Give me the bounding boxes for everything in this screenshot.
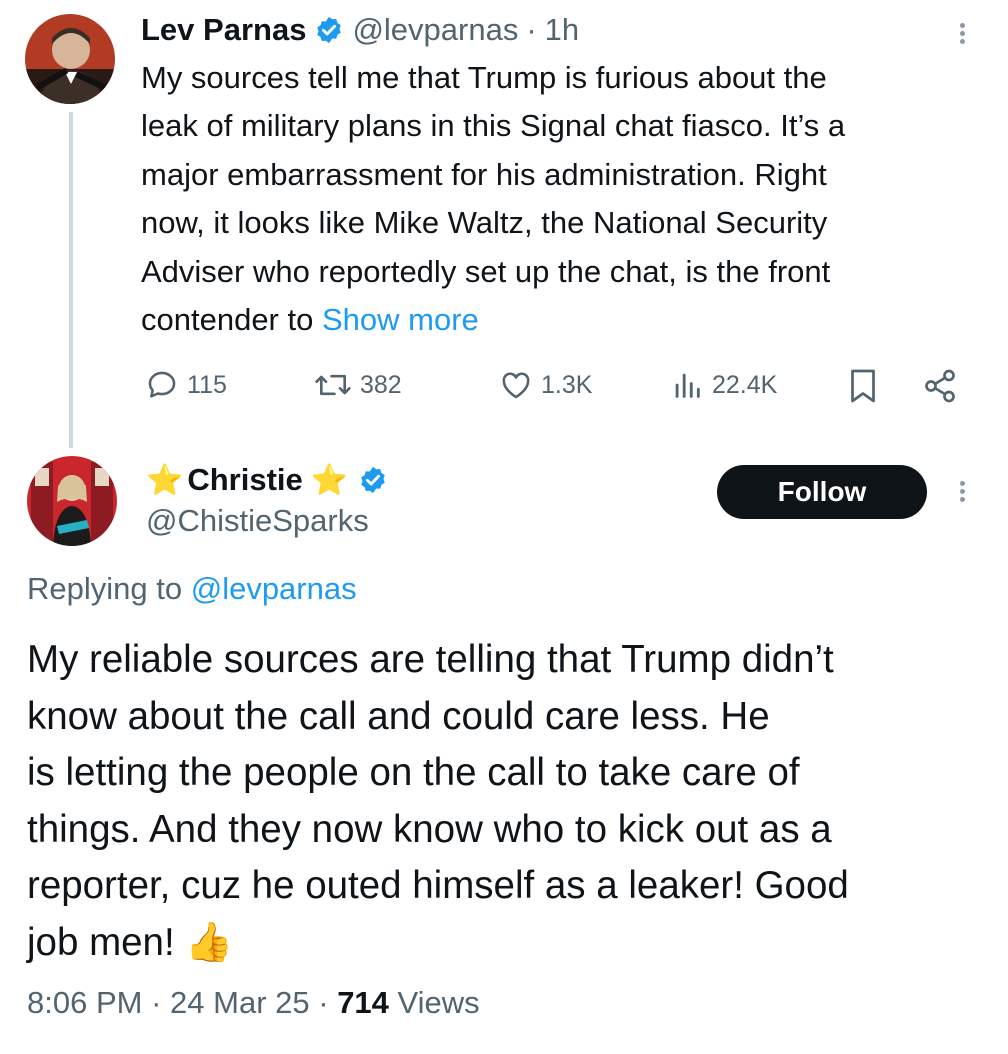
author-name[interactable]: Lev Parnas — [141, 12, 306, 48]
tweet-text-line: Adviser who reportedly set up the chat, … — [141, 253, 831, 289]
heart-icon — [499, 368, 533, 402]
thread-line — [69, 112, 73, 448]
tweet-text-line: reporter, cuz he outed himself as a leak… — [27, 864, 849, 907]
parent-tweet-body: My sources tell me that Trump is furious… — [141, 54, 991, 344]
tweet-text-last-line: contender to Show more — [141, 296, 991, 344]
views-count: 714 — [337, 985, 389, 1020]
views-label: Views — [397, 985, 480, 1020]
avatar-christie[interactable] — [27, 456, 117, 546]
tweet-text-line: know about the call and could care less.… — [27, 694, 770, 738]
verified-badge-icon — [314, 15, 344, 45]
analytics-icon — [670, 368, 704, 402]
star-emoji: ⭐ — [146, 463, 184, 497]
meta-separator: · — [151, 985, 162, 1020]
tweet-text-line: job men! — [27, 920, 175, 964]
avatar-lev-parnas[interactable] — [25, 14, 115, 104]
tweet-text-line: now, it looks like Mike Waltz, the Natio… — [141, 205, 828, 241]
more-options-icon[interactable] — [960, 478, 968, 505]
repost-icon — [314, 368, 352, 402]
like-action[interactable]: 1.3K — [499, 365, 592, 405]
repost-count: 382 — [360, 370, 402, 399]
reply-author-name[interactable]: Christie — [187, 462, 302, 498]
thumbs-up-emoji: 👍 — [185, 920, 234, 964]
tweet-text-line: My reliable sources are telling that Tru… — [27, 638, 834, 681]
tweet-text-line: major embarrassment for his administrati… — [141, 156, 827, 192]
reply-icon — [145, 368, 179, 402]
tweet-text-last-line: job men! 👍 — [27, 915, 992, 972]
tweet-text-line: is letting the people on the call to tak… — [27, 751, 800, 794]
header-separator: · — [526, 12, 537, 47]
reply-author-name-row: ⭐ Christie ⭐ — [146, 459, 388, 501]
tweet-text-line: leak of military plans in this Signal ch… — [141, 108, 846, 144]
reply-tweet-body: My reliable sources are telling that Tru… — [27, 632, 992, 971]
tweet-time[interactable]: 8:06 PM — [27, 985, 142, 1020]
parent-tweet-header: Lev Parnas @levparnas · 1h — [141, 10, 579, 50]
views-count: 22.4K — [712, 370, 778, 399]
bookmark-icon[interactable] — [848, 368, 878, 409]
replying-to-prefix: Replying to — [27, 571, 183, 606]
repost-action[interactable]: 382 — [314, 365, 402, 405]
tweet-metadata: 8:06 PM · 24 Mar 25 · 714 Views — [27, 985, 480, 1021]
show-more-link[interactable]: Show more — [322, 302, 479, 337]
views-action[interactable]: 22.4K — [670, 365, 777, 405]
tweet-text-line: My sources tell me that Trump is furious… — [141, 60, 827, 95]
meta-separator: · — [318, 985, 329, 1020]
follow-button[interactable]: Follow — [717, 465, 927, 519]
share-icon[interactable] — [922, 368, 958, 409]
replying-to: Replying to @levparnas — [27, 571, 357, 607]
star-emoji: ⭐ — [310, 463, 349, 497]
like-count: 1.3K — [541, 370, 593, 399]
more-options-icon[interactable] — [960, 20, 968, 47]
tweet-text-line: contender to — [141, 302, 314, 338]
reply-count: 115 — [187, 370, 227, 399]
verified-badge-icon — [358, 465, 388, 495]
tweet-time[interactable]: 1h — [545, 12, 579, 48]
reply-action[interactable]: 115 — [145, 365, 227, 405]
tweet-text-line: things. And they now know who to kick ou… — [27, 807, 832, 851]
author-handle[interactable]: @levparnas — [352, 12, 518, 48]
reply-author-handle[interactable]: @ChistieSparks — [146, 503, 369, 539]
replying-to-handle[interactable]: @levparnas — [191, 571, 357, 606]
tweet-date[interactable]: 24 Mar 25 — [170, 985, 310, 1020]
